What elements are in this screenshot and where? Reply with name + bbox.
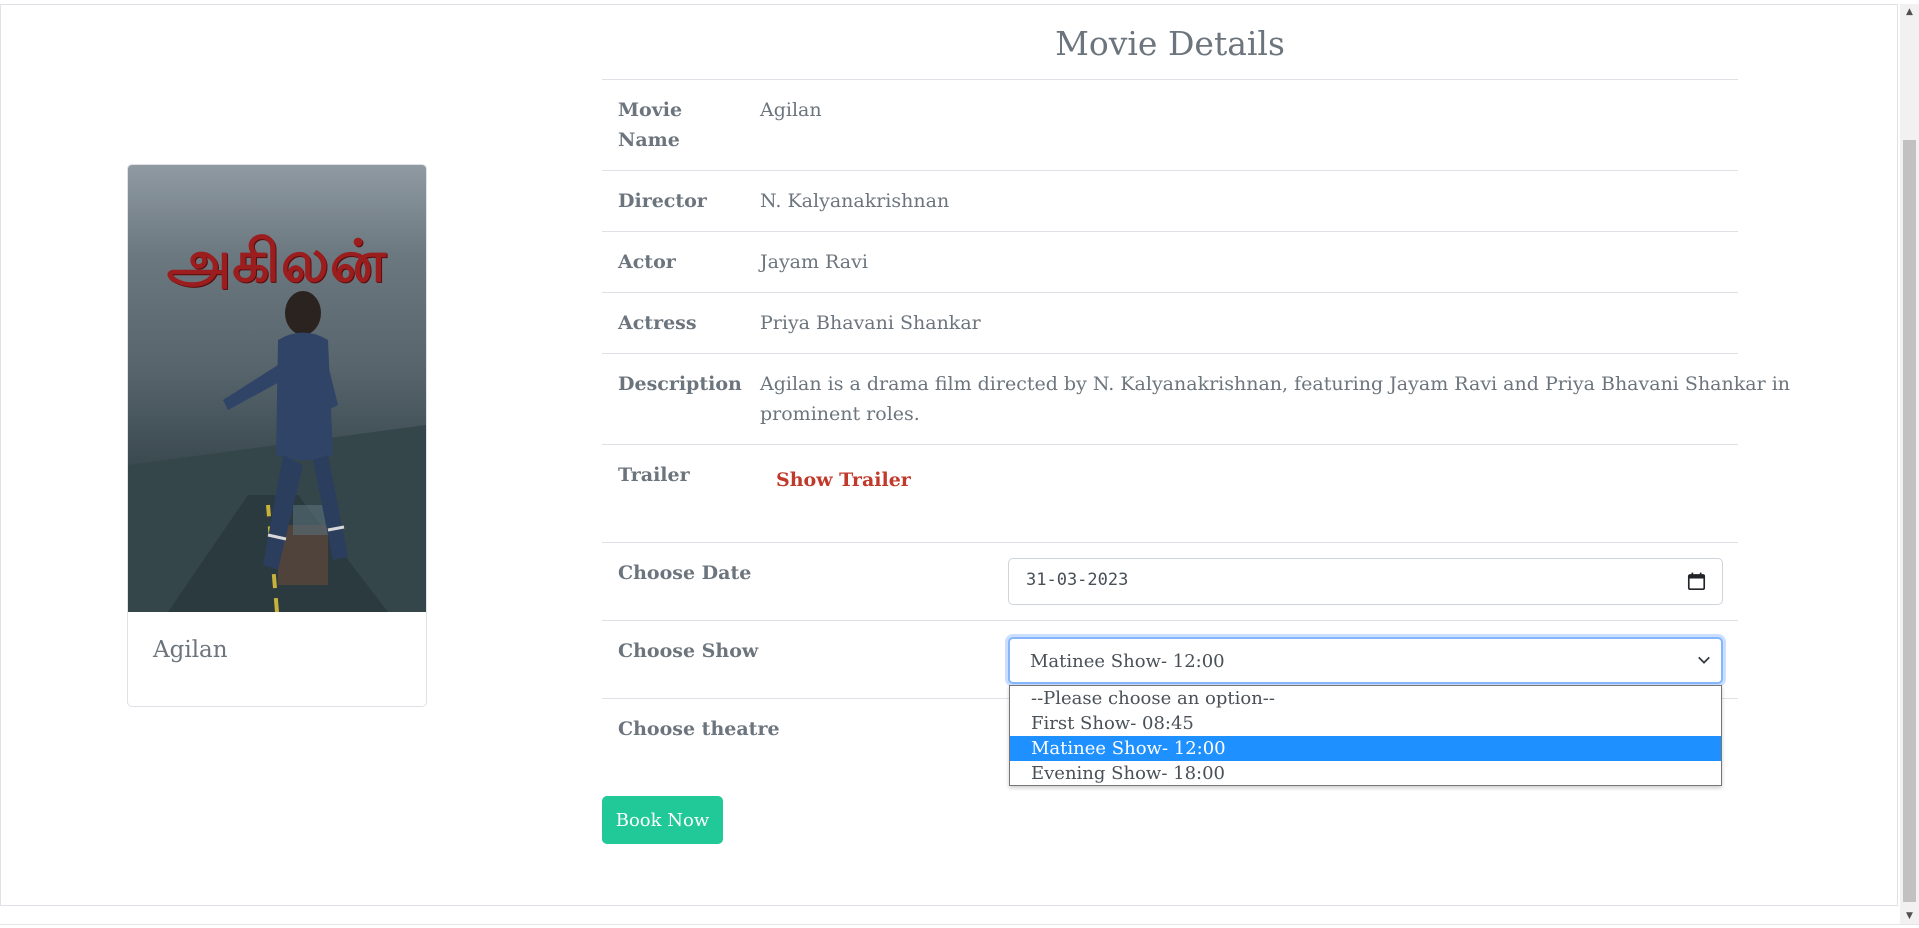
bottom-divider	[0, 924, 1919, 925]
show-option[interactable]: --Please choose an option--	[1010, 686, 1721, 711]
date-value: 31-03-2023	[1026, 570, 1129, 590]
description-value: Agilan is a drama film directed by N. Ka…	[760, 373, 1791, 425]
date-input[interactable]: 31-03-2023	[1008, 558, 1723, 605]
actress-label: Actress	[618, 312, 697, 334]
chevron-down-icon	[1698, 656, 1710, 664]
movie-poster-card: அகிலன் Agilan	[127, 164, 427, 707]
choose-show-label: Choose Show	[618, 640, 759, 662]
scroll-up-arrow-icon[interactable]: ▲	[1900, 4, 1919, 20]
actor-label: Actor	[618, 251, 676, 273]
choose-theatre-label: Choose theatre	[618, 718, 780, 740]
divider	[602, 353, 1738, 354]
scroll-thumb[interactable]	[1903, 140, 1916, 902]
divider	[602, 620, 1738, 621]
poster-caption: Agilan	[153, 637, 228, 663]
show-option[interactable]: Evening Show- 18:00	[1010, 761, 1721, 786]
page-scrollbar[interactable]: ▲ ▼	[1900, 4, 1919, 924]
calendar-icon[interactable]	[1687, 572, 1706, 591]
divider	[602, 542, 1738, 543]
page-title: Movie Details	[1055, 24, 1285, 63]
show-options-dropdown[interactable]: --Please choose an option-- First Show- …	[1009, 685, 1722, 786]
divider	[602, 170, 1738, 171]
actress-value: Priya Bhavani Shankar	[760, 312, 981, 334]
book-now-button[interactable]: Book Now	[602, 796, 723, 844]
director-value: N. Kalyanakrishnan	[760, 190, 950, 212]
choose-date-label: Choose Date	[618, 562, 752, 584]
divider	[602, 292, 1738, 293]
trailer-label: Trailer	[618, 464, 690, 486]
poster-title-art: அகிலன்	[166, 227, 388, 295]
divider	[602, 444, 1738, 445]
description-label: Description	[618, 373, 742, 395]
show-select[interactable]: Matinee Show- 12:00	[1008, 637, 1723, 684]
movie-poster-image: அகிலன்	[128, 165, 426, 612]
show-option[interactable]: First Show- 08:45	[1010, 711, 1721, 736]
divider	[602, 79, 1738, 80]
movie-name-value: Agilan	[760, 99, 822, 121]
scroll-down-arrow-icon[interactable]: ▼	[1900, 908, 1919, 924]
show-select-value: Matinee Show- 12:00	[1030, 651, 1225, 672]
show-trailer-link[interactable]: Show Trailer	[776, 469, 911, 491]
divider	[602, 231, 1738, 232]
director-label: Director	[618, 190, 707, 212]
movie-name-label: Movie Name	[618, 99, 683, 151]
actor-value: Jayam Ravi	[760, 251, 868, 273]
show-option-selected[interactable]: Matinee Show- 12:00	[1010, 736, 1721, 761]
